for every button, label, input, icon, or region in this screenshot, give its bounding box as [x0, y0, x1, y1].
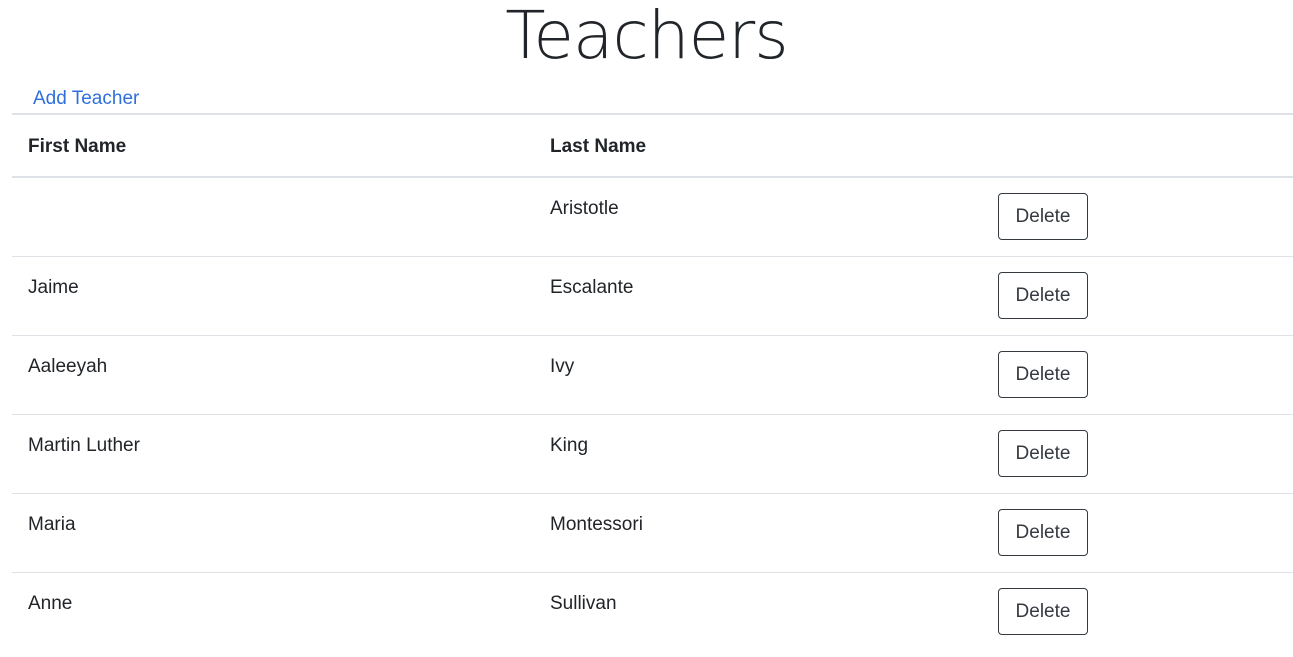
delete-button[interactable]: Delete [998, 508, 1088, 556]
delete-button[interactable]: Delete [998, 193, 1088, 240]
table-header-row: First Name Last Name [12, 114, 1293, 177]
last-name-cell: Escalante [550, 276, 634, 298]
table-row: Aaleeyah Ivy Delete [12, 335, 1293, 414]
table-row: Anne Sullivan Delete [12, 572, 1293, 651]
first-name-cell: Maria [28, 513, 76, 535]
last-name-cell: Ivy [550, 355, 575, 377]
column-header-actions [982, 114, 1293, 177]
add-teacher-link[interactable]: Add Teacher [33, 87, 139, 111]
delete-button[interactable]: Delete [998, 429, 1088, 477]
column-header-last-name: Last Name [550, 136, 647, 157]
table-body: Aristotle Delete Jaime Escalante Delete … [12, 177, 1293, 651]
action-cell: Delete [982, 335, 1293, 414]
table-row: Aristotle Delete [12, 177, 1293, 256]
last-name-cell: Montessori [550, 513, 643, 535]
first-name-cell [12, 177, 534, 256]
last-name-cell: Aristotle [550, 198, 619, 219]
action-cell: Delete [982, 414, 1293, 493]
first-name-cell: Jaime [28, 276, 79, 298]
teachers-table: First Name Last Name Aristotle Delete Ja… [12, 113, 1293, 651]
first-name-cell: Anne [28, 592, 73, 614]
action-cell: Delete [982, 572, 1293, 651]
first-name-cell: Aaleeyah [28, 355, 108, 377]
column-header-first-name: First Name [28, 136, 127, 157]
page-title: Teachers [505, 0, 788, 74]
action-cell: Delete [982, 177, 1293, 256]
action-cell: Delete [982, 256, 1293, 335]
teachers-page: Teachers Add Teacher First Name Last Nam… [0, 0, 1293, 657]
table-row: Jaime Escalante Delete [12, 256, 1293, 335]
table-row: Martin Luther King Delete [12, 414, 1293, 493]
last-name-cell: King [550, 434, 589, 456]
delete-button[interactable]: Delete [998, 271, 1088, 319]
table-row: Maria Montessori Delete [12, 493, 1293, 572]
table-header: First Name Last Name [12, 114, 1293, 177]
delete-button[interactable]: Delete [998, 587, 1088, 635]
last-name-cell: Sullivan [550, 592, 617, 614]
first-name-cell: Martin Luther [28, 434, 140, 456]
action-cell: Delete [982, 493, 1293, 572]
delete-button[interactable]: Delete [998, 350, 1088, 398]
